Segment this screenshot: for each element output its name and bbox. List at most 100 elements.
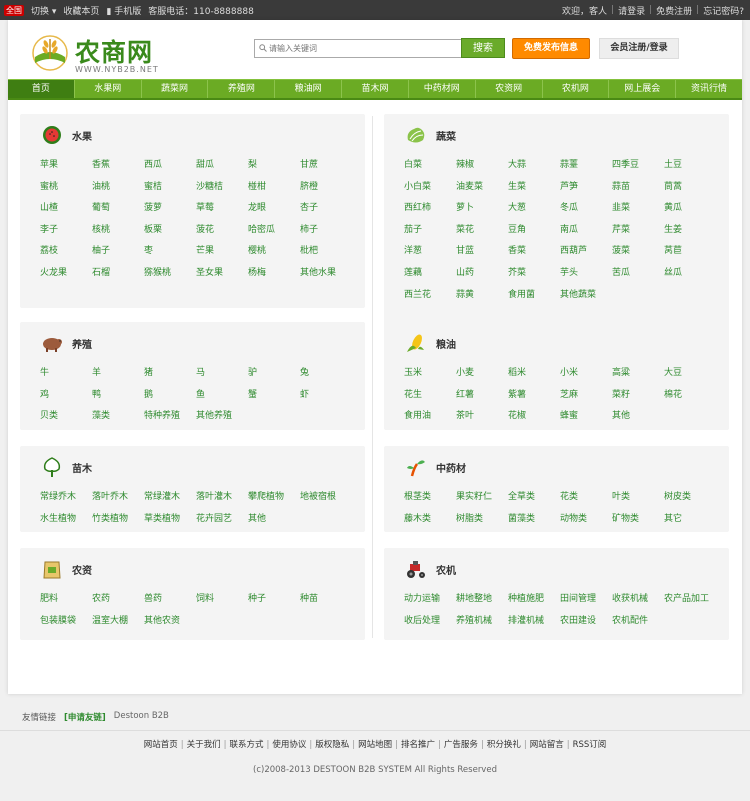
- category-link[interactable]: 猕猴桃: [144, 265, 196, 287]
- category-link[interactable]: 土豆: [664, 157, 716, 179]
- category-link[interactable]: 其他养殖: [196, 408, 248, 430]
- category-link[interactable]: 虾: [300, 387, 352, 409]
- category-link[interactable]: 四季豆: [612, 157, 664, 179]
- category-link[interactable]: 蒜薹: [560, 157, 612, 179]
- footer-link[interactable]: 网站首页: [144, 740, 178, 750]
- category-link[interactable]: 特种养殖: [144, 408, 196, 430]
- category-link[interactable]: 芋头: [560, 265, 612, 287]
- category-link[interactable]: 蜜桃: [40, 179, 92, 201]
- member-login-button[interactable]: 会员注册/登录: [599, 38, 679, 59]
- category-link[interactable]: 茶叶: [456, 408, 508, 430]
- category-link[interactable]: 温室大棚: [92, 613, 144, 635]
- category-link[interactable]: 鱼: [196, 387, 248, 409]
- category-link[interactable]: 水生植物: [40, 511, 92, 533]
- category-link[interactable]: 驴: [248, 365, 300, 387]
- nav-fruit[interactable]: 水果网: [75, 80, 142, 98]
- category-link[interactable]: 菜花: [456, 222, 508, 244]
- category-link[interactable]: 根茎类: [404, 489, 456, 511]
- category-link[interactable]: 南瓜: [560, 222, 612, 244]
- category-link[interactable]: 肥料: [40, 591, 92, 613]
- category-link[interactable]: 油桃: [92, 179, 144, 201]
- switch-region-link[interactable]: 切换 ▾: [31, 4, 56, 17]
- footer-link[interactable]: 广告服务: [444, 740, 478, 750]
- category-header-herb[interactable]: 中药材: [404, 456, 466, 478]
- category-link[interactable]: 葡萄: [92, 200, 144, 222]
- category-header-livestock[interactable]: 养殖: [40, 332, 92, 354]
- category-link[interactable]: 黄瓜: [664, 200, 716, 222]
- category-link[interactable]: 兽药: [144, 591, 196, 613]
- category-link[interactable]: 全草类: [508, 489, 560, 511]
- footer-link[interactable]: 排名推广: [401, 740, 435, 750]
- category-link[interactable]: 哈密瓜: [248, 222, 300, 244]
- category-link[interactable]: 种苗: [300, 591, 352, 613]
- category-link[interactable]: 其他水果: [300, 265, 352, 287]
- category-link[interactable]: 马: [196, 365, 248, 387]
- category-link[interactable]: 蜂蜜: [560, 408, 612, 430]
- category-link[interactable]: 西葫芦: [560, 243, 612, 265]
- friend-link-destoon[interactable]: Destoon B2B: [114, 711, 169, 723]
- category-link[interactable]: 樱桃: [248, 243, 300, 265]
- category-link[interactable]: 叶类: [612, 489, 664, 511]
- category-link[interactable]: 芹菜: [612, 222, 664, 244]
- category-link[interactable]: 食用菌: [508, 287, 560, 309]
- category-link[interactable]: 芒果: [196, 243, 248, 265]
- category-link[interactable]: 收后处理: [404, 613, 456, 635]
- category-link[interactable]: 饲料: [196, 591, 248, 613]
- category-link[interactable]: 蟹: [248, 387, 300, 409]
- category-link[interactable]: 甘蓝: [456, 243, 508, 265]
- nav-news[interactable]: 资讯行情: [676, 80, 742, 98]
- category-link[interactable]: 红薯: [456, 387, 508, 409]
- category-header-agrisupply[interactable]: 农资: [40, 558, 92, 580]
- category-link[interactable]: 甘蔗: [300, 157, 352, 179]
- category-link[interactable]: 田间管理: [560, 591, 612, 613]
- region-tag[interactable]: 全国: [4, 4, 24, 16]
- category-link[interactable]: 山药: [456, 265, 508, 287]
- category-link[interactable]: 鸡: [40, 387, 92, 409]
- category-link[interactable]: 高粱: [612, 365, 664, 387]
- category-link[interactable]: 小白菜: [404, 179, 456, 201]
- category-link[interactable]: 种植施肥: [508, 591, 560, 613]
- category-link[interactable]: 玉米: [404, 365, 456, 387]
- category-link[interactable]: 芥菜: [508, 265, 560, 287]
- category-link[interactable]: 菜籽: [612, 387, 664, 409]
- category-link[interactable]: 苦瓜: [612, 265, 664, 287]
- category-link[interactable]: 地被宿根: [300, 489, 352, 511]
- category-link[interactable]: 大豆: [664, 365, 716, 387]
- category-link[interactable]: 果实籽仁: [456, 489, 508, 511]
- bookmark-link[interactable]: 收藏本页: [63, 4, 99, 17]
- category-link[interactable]: 竹类植物: [92, 511, 144, 533]
- footer-link[interactable]: 版权隐私: [315, 740, 349, 750]
- category-link[interactable]: 西红柿: [404, 200, 456, 222]
- category-link[interactable]: 杏子: [300, 200, 352, 222]
- category-header-grain[interactable]: 粮油: [404, 332, 456, 354]
- category-link[interactable]: 藻类: [92, 408, 144, 430]
- category-link[interactable]: 养殖机械: [456, 613, 508, 635]
- category-link[interactable]: 花生: [404, 387, 456, 409]
- category-link[interactable]: 耕地整地: [456, 591, 508, 613]
- mobile-link[interactable]: ▮ 手机版: [106, 4, 141, 17]
- category-link[interactable]: 食用油: [404, 408, 456, 430]
- nav-exhibition[interactable]: 网上展会: [609, 80, 677, 98]
- category-link[interactable]: 农机配件: [612, 613, 664, 635]
- category-link[interactable]: 椪柑: [248, 179, 300, 201]
- category-link[interactable]: 藤木类: [404, 511, 456, 533]
- category-link[interactable]: 油麦菜: [456, 179, 508, 201]
- category-link[interactable]: 花类: [560, 489, 612, 511]
- category-link[interactable]: 芦笋: [560, 179, 612, 201]
- nav-herb[interactable]: 中药材网: [409, 80, 476, 98]
- category-link[interactable]: 动力运输: [404, 591, 456, 613]
- category-link[interactable]: 稻米: [508, 365, 560, 387]
- footer-link[interactable]: 积分换礼: [487, 740, 521, 750]
- category-link[interactable]: 丝瓜: [664, 265, 716, 287]
- category-link[interactable]: 菠花: [196, 222, 248, 244]
- category-link[interactable]: 小麦: [456, 365, 508, 387]
- category-link[interactable]: 枣: [144, 243, 196, 265]
- category-link[interactable]: 荔枝: [40, 243, 92, 265]
- category-link[interactable]: 生菜: [508, 179, 560, 201]
- category-link[interactable]: 树皮类: [664, 489, 716, 511]
- category-link[interactable]: 蒜苗: [612, 179, 664, 201]
- category-link[interactable]: 香蕉: [92, 157, 144, 179]
- category-link[interactable]: 羊: [92, 365, 144, 387]
- category-link[interactable]: 鹅: [144, 387, 196, 409]
- category-link[interactable]: 棉花: [664, 387, 716, 409]
